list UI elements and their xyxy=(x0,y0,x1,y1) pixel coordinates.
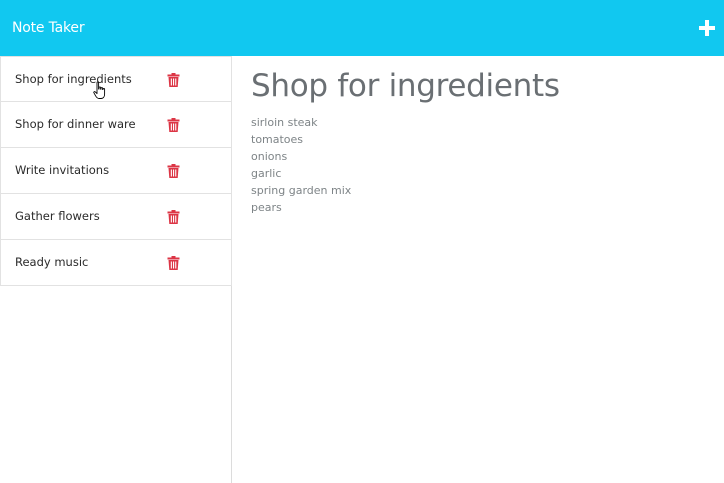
note-list: Shop for ingredients Shop for dinner war… xyxy=(0,56,232,286)
note-title[interactable]: Ready music xyxy=(15,255,88,269)
plus-icon[interactable] xyxy=(694,14,720,42)
note-text-line: pears xyxy=(251,201,282,214)
navbar: Note Taker xyxy=(0,0,724,56)
list-item[interactable]: Write invitations xyxy=(0,148,232,194)
list-item[interactable]: Shop for dinner ware xyxy=(0,102,232,148)
trash-icon[interactable] xyxy=(167,118,180,132)
note-title-heading[interactable]: Shop for ingredients xyxy=(251,66,560,106)
note-title[interactable]: Gather flowers xyxy=(15,209,100,223)
list-item[interactable]: Ready music xyxy=(0,240,232,286)
note-title[interactable]: Shop for dinner ware xyxy=(15,117,136,131)
trash-icon[interactable] xyxy=(167,256,180,270)
note-title[interactable]: Write invitations xyxy=(15,163,109,177)
note-title[interactable]: Shop for ingredients xyxy=(15,72,132,86)
trash-icon[interactable] xyxy=(167,73,180,87)
trash-icon[interactable] xyxy=(167,164,180,178)
note-text-line: garlic xyxy=(251,167,282,180)
note-sidebar: Shop for ingredients Shop for dinner war… xyxy=(0,56,232,483)
note-text-line: spring garden mix xyxy=(251,184,352,197)
note-editor: Shop for ingredients sirloin steak tomat… xyxy=(233,56,724,483)
list-item[interactable]: Shop for ingredients xyxy=(0,56,232,102)
note-text-line: onions xyxy=(251,150,288,163)
note-text-line: sirloin steak xyxy=(251,116,318,129)
trash-icon[interactable] xyxy=(167,210,180,224)
app-title[interactable]: Note Taker xyxy=(12,19,85,37)
list-item[interactable]: Gather flowers xyxy=(0,194,232,240)
note-text[interactable]: sirloin steak tomatoes onions garlic spr… xyxy=(251,114,351,216)
note-text-line: tomatoes xyxy=(251,133,304,146)
